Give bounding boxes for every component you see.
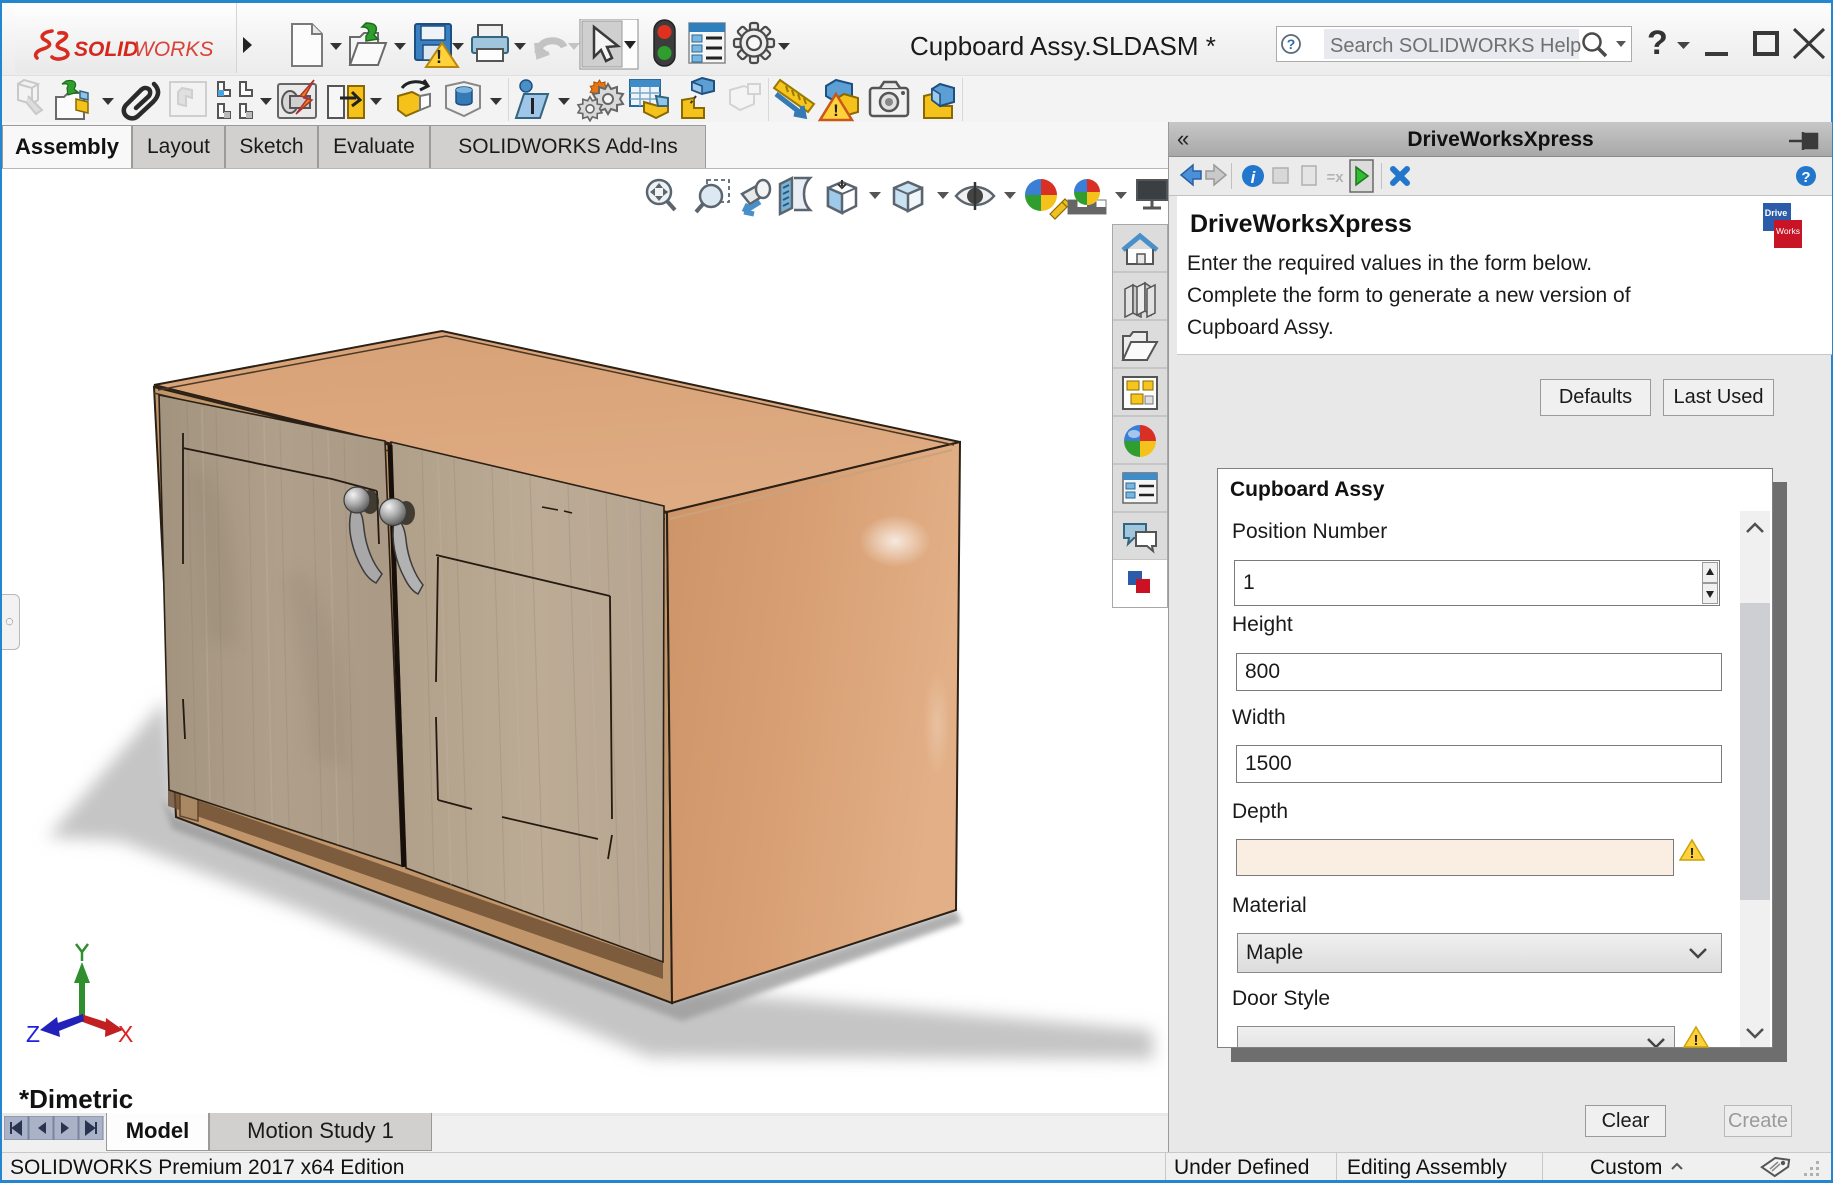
svg-text:Works: Works	[1776, 226, 1800, 236]
svg-text:?: ?	[1801, 169, 1810, 186]
svg-text:!: !	[1694, 1032, 1699, 1049]
svg-text:SOLID: SOLID	[74, 38, 138, 61]
svg-text:!: !	[833, 101, 839, 120]
svg-text:WORKS: WORKS	[134, 38, 213, 61]
svg-text:X: X	[118, 1021, 133, 1047]
svg-text:Drive: Drive	[1765, 208, 1788, 218]
svg-text:!: !	[436, 47, 442, 67]
svg-text:?: ?	[1287, 36, 1296, 52]
svg-text:=x: =x	[1326, 169, 1344, 186]
svg-text:Z: Z	[26, 1021, 40, 1047]
svg-text:!: !	[1690, 845, 1695, 862]
